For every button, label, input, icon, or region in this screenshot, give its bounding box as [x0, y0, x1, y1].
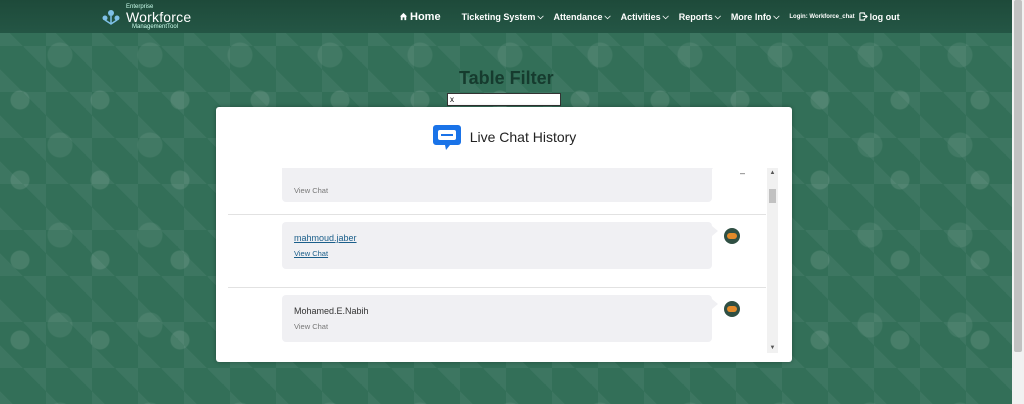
nav-activities-label: Activities	[620, 11, 661, 22]
modal-title: Live Chat History	[469, 129, 577, 145]
chat-logo-icon	[432, 125, 461, 150]
nav-reports-label: Reports	[678, 11, 713, 22]
table-filter-title: Table Filter	[459, 68, 554, 88]
chevron-down-icon: ⌵	[714, 11, 721, 21]
scroll-down-arrow-icon[interactable]: ▼	[767, 343, 778, 353]
page-scrollbar[interactable]	[1012, 0, 1024, 404]
nav-ticketing-label: Ticketing System	[461, 11, 536, 22]
nav-activities[interactable]: Activities ⌵	[621, 12, 669, 22]
login-status-label: Login: Workforce_chat	[789, 13, 855, 20]
view-chat-link[interactable]: View Chat	[294, 249, 328, 258]
nav-attendance-label: Attendance	[553, 11, 603, 22]
table-filter-input[interactable]	[447, 93, 561, 106]
brand-name: Workforce	[126, 9, 192, 25]
chat-bubble: View Chat	[282, 168, 718, 202]
home-icon	[399, 12, 408, 21]
nav-reports[interactable]: Reports ⌵	[679, 12, 721, 22]
modal-header: Live Chat History	[216, 107, 792, 167]
chat-history-list: View Chat – mahmoud.jaber View Chat Moha…	[228, 168, 766, 362]
chevron-down-icon: ⌵	[537, 11, 544, 21]
live-chat-history-modal: Live Chat History View Chat – mahmoud.ja…	[216, 107, 792, 362]
agent-avatar	[724, 228, 740, 244]
nav-logout-label: log out	[869, 11, 900, 22]
nav-home[interactable]: Home	[399, 11, 441, 23]
nav-attendance[interactable]: Attendance ⌵	[554, 12, 611, 22]
view-chat-link[interactable]: View Chat	[294, 186, 328, 195]
brand-logo-area[interactable]: Enterprise Workforce ManagementTool	[100, 4, 191, 30]
status-dash: –	[740, 168, 746, 178]
logout-icon	[858, 12, 868, 21]
nav-more-info[interactable]: More Info ⌵	[731, 12, 780, 22]
agent-name-link[interactable]: mahmoud.jaber	[294, 233, 357, 243]
chat-bubble: mahmoud.jaber View Chat	[282, 222, 718, 269]
chevron-down-icon: ⌵	[604, 11, 611, 21]
chat-list-scrollbar[interactable]: ▲ ▼	[767, 168, 778, 353]
list-item: Mohamed.E.Nabih View Chat	[228, 287, 766, 360]
scroll-up-arrow-icon[interactable]: ▲	[767, 168, 778, 178]
view-chat-link[interactable]: View Chat	[294, 322, 328, 331]
chat-bubble: Mohamed.E.Nabih View Chat	[282, 295, 718, 342]
nav-ticketing[interactable]: Ticketing System ⌵	[462, 12, 544, 22]
nav-menu: Home Ticketing System ⌵ Attendance ⌵ Act…	[399, 0, 910, 33]
page-scrollbar-thumb[interactable]	[1014, 0, 1022, 352]
list-item: mahmoud.jaber View Chat	[228, 214, 766, 287]
agent-avatar	[724, 301, 740, 317]
nav-home-label: Home	[410, 10, 441, 23]
brand-tagline-bottom: ManagementTool	[132, 24, 179, 30]
agent-name: Mohamed.E.Nabih	[294, 306, 369, 316]
brand-logo-icon	[102, 10, 120, 25]
login-status: Login: Workforce_chat	[789, 14, 854, 20]
nav-logout[interactable]: log out	[858, 11, 900, 22]
chevron-down-icon: ⌵	[662, 11, 669, 21]
chevron-down-icon: ⌵	[773, 11, 780, 21]
top-navbar: Enterprise Workforce ManagementTool Home…	[0, 0, 1012, 33]
nav-more-info-label: More Info	[730, 11, 772, 22]
chat-list-scrollbar-thumb[interactable]	[769, 189, 776, 203]
